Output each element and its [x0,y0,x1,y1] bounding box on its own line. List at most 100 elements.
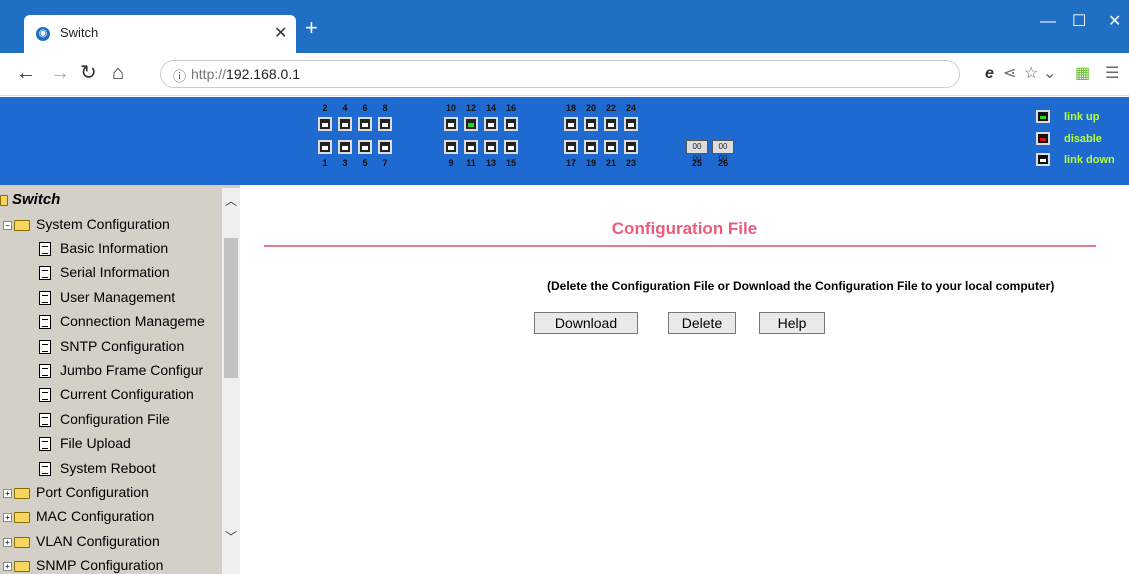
port-6[interactable] [358,117,372,131]
tree-item[interactable]: Configuration File [60,411,170,427]
port-14[interactable] [484,117,498,131]
tree-system-configuration[interactable]: System Configuration [36,216,170,232]
navigation-tree: Switch − System Configuration Basic Info… [0,185,240,574]
port-13[interactable] [484,140,498,154]
port-3[interactable] [338,140,352,154]
port-number: 15 [505,158,516,168]
apps-icon[interactable]: ▦ [1075,65,1090,83]
port-4[interactable] [338,117,352,131]
maximize-icon[interactable]: ☐ [1072,14,1086,30]
tab-title: Switch [60,25,99,40]
minimize-icon[interactable]: — [1040,14,1056,30]
expand-icon[interactable]: + [3,537,12,547]
expand-icon[interactable]: + [3,513,12,523]
expand-icon[interactable]: + [3,489,12,498]
page-title: Configuration File [611,219,758,238]
ie-mode-icon[interactable]: e [985,65,994,83]
scroll-down-icon[interactable]: ﹀ [225,528,237,545]
port-24[interactable] [624,117,638,131]
port-number: 19 [585,158,596,168]
share-icon[interactable]: ⋖ [1003,65,1016,83]
info-icon: ⓘ [173,69,187,84]
home-icon[interactable]: ⌂ [112,63,124,83]
back-icon[interactable]: ← [16,63,36,83]
document-icon [39,388,51,403]
port-number: 14 [485,103,496,113]
port-15[interactable] [504,140,518,154]
port-number: 20 [585,103,596,113]
reload-icon[interactable]: ↻ [80,63,97,83]
browser-titlebar: ◉ Switch ✕ + — ☐ ✕ [0,0,1129,53]
port-20[interactable] [584,117,598,131]
tree-folder[interactable]: SNMP Configuration [36,557,163,573]
tree-item[interactable]: Jumbo Frame Configur [60,362,203,378]
chevron-down-icon[interactable]: ⌄ [1043,65,1056,83]
port-9[interactable] [444,140,458,154]
port-5[interactable] [358,140,372,154]
document-icon [39,437,51,452]
delete-button[interactable]: Delete [668,312,736,334]
port-number: 3 [342,158,348,168]
port-21[interactable] [604,140,618,154]
document-icon [39,364,51,378]
port-23[interactable] [624,140,638,154]
port-10[interactable] [444,117,458,131]
sfp-port-25[interactable]: 00 00 [686,140,708,163]
tree-folder[interactable]: Port Configuration [36,484,149,500]
title-divider [264,245,1096,247]
legend-disable-port-icon [1036,132,1050,145]
port-7[interactable] [378,140,392,154]
port-number: 1 [322,158,328,168]
port-16[interactable] [504,117,518,131]
port-8[interactable] [378,117,392,131]
window-close-icon[interactable]: ✕ [1108,14,1121,30]
port-11[interactable] [464,140,478,154]
port-number: 16 [505,103,516,113]
tree-folder[interactable]: VLAN Configuration [36,533,160,549]
port-18[interactable] [564,117,578,131]
port-22[interactable] [604,117,618,131]
tree-item[interactable]: Serial Information [60,264,170,280]
tree-item[interactable]: SNTP Configuration [60,338,184,354]
collapse-icon[interactable]: − [3,221,12,230]
port-2[interactable] [318,117,332,131]
download-button[interactable]: Download [534,312,638,334]
sfp-port-number: 25 [691,158,702,168]
tree-item[interactable]: Basic Information [60,240,168,256]
switch-port-banner: 2 4 6 8 10 12 14 16 18 20 22 24 1 3 5 7 9 11 13 15 17 19 21 23 … [0,97,1129,185]
new-tab-icon[interactable]: + [305,17,318,39]
port-12[interactable] [464,117,478,131]
close-tab-icon[interactable]: ✕ [274,23,287,43]
port-17[interactable] [564,140,578,154]
expand-icon[interactable]: + [3,562,12,572]
sfp-port-26[interactable]: 00 00 [712,140,734,163]
tree-item[interactable]: User Management [60,289,175,305]
port-1[interactable] [318,140,332,154]
port-number: 13 [485,158,496,168]
document-icon [39,266,51,281]
scrollbar-thumb[interactable] [224,238,238,378]
port-number: 7 [382,158,388,168]
address-bar[interactable]: ⓘ http://192.168.0.1 [160,60,960,88]
tree-item[interactable]: Current Configuration [60,386,194,402]
port-number: 21 [605,158,616,168]
legend-link-down: link down [1064,154,1115,166]
tree-item[interactable]: File Upload [60,435,131,451]
browser-tab[interactable]: ◉ Switch ✕ [24,15,296,53]
tree-folder[interactable]: MAC Configuration [36,508,154,524]
sidebar-scrollbar[interactable]: ︿ ﹀ [222,188,240,574]
help-button[interactable]: Help [759,312,825,334]
document-icon [39,339,51,354]
port-number: 10 [445,103,456,113]
tree-item[interactable]: System Reboot [60,460,156,476]
legend-up-port-icon [1036,110,1050,123]
scroll-up-icon[interactable]: ︿ [225,192,237,209]
port-19[interactable] [584,140,598,154]
folder-open-icon [14,220,30,231]
document-icon [39,242,51,256]
menu-icon[interactable]: ☰ [1105,65,1119,83]
port-number: 6 [362,103,368,113]
star-icon[interactable]: ☆ [1024,65,1038,83]
tree-item[interactable]: Connection Manageme [60,313,205,329]
forward-icon[interactable]: → [50,63,70,83]
